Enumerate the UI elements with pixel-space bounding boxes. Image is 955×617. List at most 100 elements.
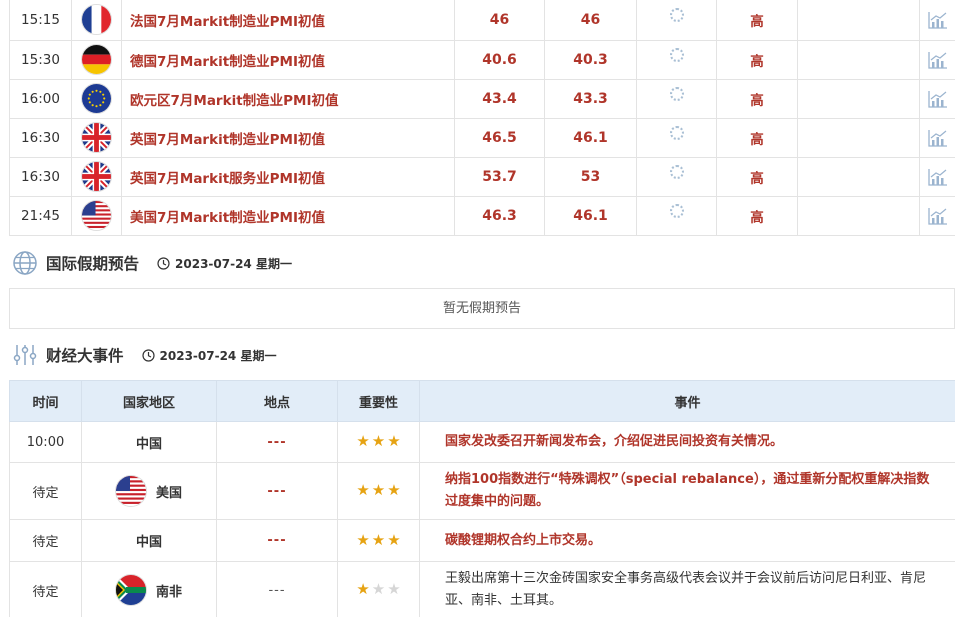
event-row: 待定 中国 --- ★ ★ ★ 碳酸锂期权合约上市交易。 xyxy=(9,519,955,562)
event-row: 待定 南非 --- ★ ★ ★ 王毅出席第十三次金砖国家安全事务高级代表会议并于会议前后访问… xyxy=(9,561,955,617)
south-africa-flag-icon xyxy=(115,575,146,605)
event-place: --- xyxy=(216,421,338,463)
chart-icon xyxy=(928,207,947,225)
indicator-importance: 高 xyxy=(716,196,798,236)
france-flag-icon xyxy=(82,5,111,35)
indicator-name-link[interactable]: 法国7月Markit制造业PMI初值 xyxy=(121,0,455,41)
event-importance: ★ ★ ★ xyxy=(337,519,420,562)
event-row: 10:00 中国 --- ★ ★ ★ 国家发改委召开新闻发布会，介绍促进民间投资有关情况。 xyxy=(9,421,955,463)
star-icon: ★ xyxy=(356,530,370,549)
indicator-previous: 46 xyxy=(454,0,545,41)
events-section-header: 财经大事件 2023-07-24 星期一 xyxy=(12,340,276,370)
loading-icon xyxy=(669,86,684,101)
clock-icon xyxy=(157,256,170,270)
loading-icon xyxy=(669,203,684,218)
header-place: 地点 xyxy=(216,380,338,422)
event-place: --- xyxy=(216,519,338,562)
indicator-time: 15:30 xyxy=(9,40,72,80)
indicator-previous: 40.6 xyxy=(454,40,545,80)
star-icon: ★ xyxy=(356,432,370,450)
chart-button[interactable] xyxy=(919,0,955,41)
chart-icon xyxy=(928,51,947,69)
indicator-row[interactable]: 16:00 欧元区7月Markit制造业PMI初值 43.4 43.3 高 xyxy=(9,79,955,119)
us-flag-icon xyxy=(82,201,111,230)
star-icon: ★ xyxy=(371,580,386,598)
indicator-time: 15:15 xyxy=(9,0,72,41)
indicator-row[interactable]: 15:30 德国7月Markit制造业PMI初值 40.6 40.3 高 xyxy=(9,40,955,80)
holiday-date-text: 2023-07-24 星期一 xyxy=(175,256,292,271)
chart-button[interactable] xyxy=(919,196,955,236)
indicator-importance: 高 xyxy=(716,157,798,197)
header-time: 时间 xyxy=(9,380,82,422)
indicator-table: 15:15 法国7月Markit制造业PMI初值 46 46 高 15:30 德国7月Mar… xyxy=(9,0,955,236)
clock-icon xyxy=(141,348,155,362)
indicator-previous: 46.3 xyxy=(454,196,545,236)
event-country: 中国 xyxy=(135,436,162,452)
event-time: 10:00 xyxy=(9,421,82,463)
star-icon: ★ xyxy=(387,481,401,499)
loading-icon xyxy=(669,164,684,179)
loading-icon xyxy=(669,47,684,62)
indicator-time: 16:00 xyxy=(9,79,72,119)
chart-icon xyxy=(928,11,947,29)
events-date: 2023-07-24 星期一 xyxy=(141,347,276,364)
chart-button[interactable] xyxy=(919,40,955,80)
indicator-row[interactable]: 21:45 美国7月Markit制造业PMI初值 46.3 46.1 高 xyxy=(9,196,955,236)
events-section-title: 财经大事件 xyxy=(46,347,124,365)
indicator-forecast: 40.3 xyxy=(544,40,637,80)
us-flag-icon xyxy=(115,476,146,506)
event-country: 南非 xyxy=(155,584,182,600)
star-icon: ★ xyxy=(371,432,386,450)
globe-icon xyxy=(13,251,37,275)
star-icon: ★ xyxy=(387,432,401,450)
event-country: 美国 xyxy=(155,485,182,501)
star-icon: ★ xyxy=(387,580,401,598)
indicator-importance: 高 xyxy=(716,40,798,80)
event-description: 碳酸锂期权合约上市交易。 xyxy=(419,519,955,562)
germany-flag-icon xyxy=(82,45,111,74)
event-importance: ★ ★ ★ xyxy=(337,561,420,617)
indicator-row[interactable]: 16:30 英国7月Markit制造业PMI初值 46.5 46.1 高 xyxy=(9,118,955,158)
holiday-empty-notice: 暂无假期预告 xyxy=(9,288,955,329)
star-icon: ★ xyxy=(356,580,370,598)
holiday-section-header: 国际假期预告 2023-07-24 星期一 xyxy=(12,248,292,278)
loading-icon xyxy=(669,125,684,140)
event-importance: ★ ★ ★ xyxy=(337,462,420,520)
event-description: 王毅出席第十三次金砖国家安全事务高级代表会议并于会议前后访问尼日利亚、肯尼亚、南… xyxy=(419,561,955,617)
indicator-row[interactable]: 15:15 法国7月Markit制造业PMI初值 46 46 高 xyxy=(9,0,955,41)
indicator-name-link[interactable]: 英国7月Markit服务业PMI初值 xyxy=(121,157,455,197)
event-place: --- xyxy=(216,462,338,520)
indicator-name-link[interactable]: 美国7月Markit制造业PMI初值 xyxy=(121,196,455,236)
star-icon: ★ xyxy=(356,481,370,499)
uk-flag-icon xyxy=(82,162,111,191)
indicator-previous: 43.4 xyxy=(454,79,545,119)
indicator-name-link[interactable]: 欧元区7月Markit制造业PMI初值 xyxy=(121,79,455,119)
event-time: 待定 xyxy=(9,561,82,617)
header-importance: 重要性 xyxy=(337,380,420,422)
holiday-section-title: 国际假期预告 xyxy=(46,255,140,273)
event-place: --- xyxy=(216,561,338,617)
event-time: 待定 xyxy=(9,462,82,520)
indicator-time: 16:30 xyxy=(9,157,72,197)
header-country: 国家地区 xyxy=(81,380,217,422)
eu-flag-icon xyxy=(82,84,111,113)
event-description: 国家发改委召开新闻发布会，介绍促进民间投资有关情况。 xyxy=(419,421,955,463)
star-icon: ★ xyxy=(387,530,401,549)
sliders-icon xyxy=(13,345,37,365)
indicator-previous: 46.5 xyxy=(454,118,545,158)
chart-button[interactable] xyxy=(919,157,955,197)
indicator-importance: 高 xyxy=(716,118,798,158)
indicator-row[interactable]: 16:30 英国7月Markit服务业PMI初值 53.7 53 高 xyxy=(9,157,955,197)
uk-flag-icon xyxy=(82,123,111,152)
chart-button[interactable] xyxy=(919,79,955,119)
indicator-name-link[interactable]: 英国7月Markit制造业PMI初值 xyxy=(121,118,455,158)
events-header-row: 时间 国家地区 地点 重要性 事件 xyxy=(9,380,955,422)
indicator-name-link[interactable]: 德国7月Markit制造业PMI初值 xyxy=(121,40,455,80)
indicator-forecast: 53 xyxy=(544,157,637,197)
star-icon: ★ xyxy=(371,530,386,549)
event-importance: ★ ★ ★ xyxy=(337,421,420,463)
event-country: 中国 xyxy=(135,535,162,550)
indicator-previous: 53.7 xyxy=(454,157,545,197)
event-row: 待定 美国 --- ★ ★ ★ 纳指100指数进行“特殊调权”（special rebala… xyxy=(9,462,955,520)
chart-button[interactable] xyxy=(919,118,955,158)
